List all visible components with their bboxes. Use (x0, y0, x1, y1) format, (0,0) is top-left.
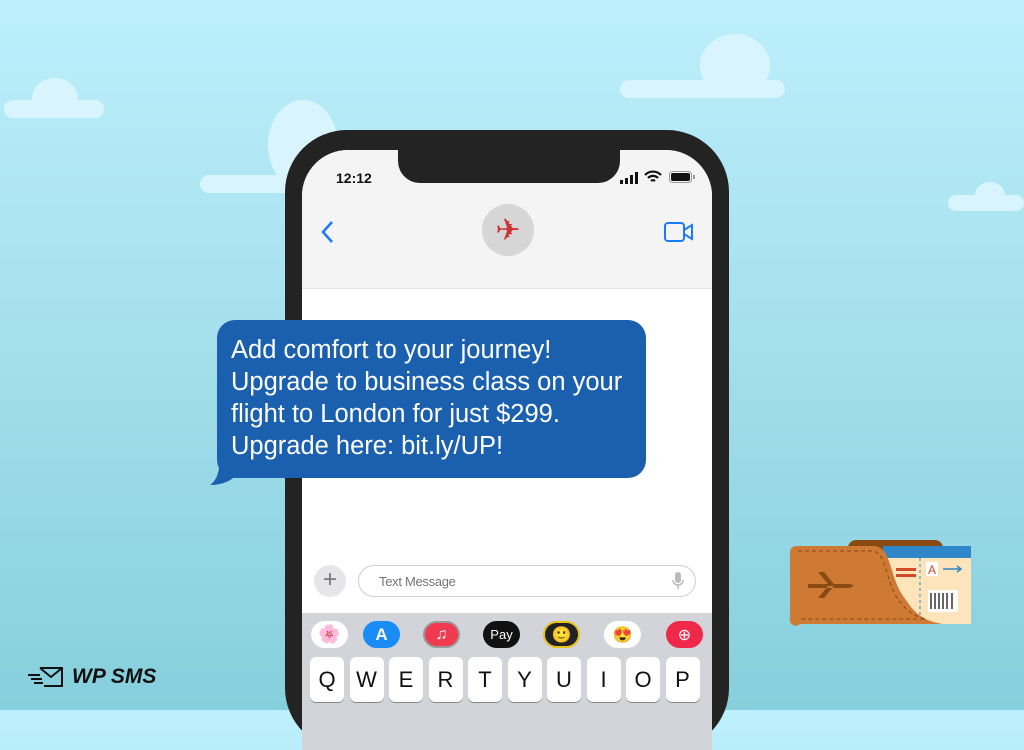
battery-icon (669, 171, 695, 183)
key-r[interactable]: R (428, 657, 463, 702)
conversation-header: 12:12 ✈ (302, 150, 712, 289)
keyboard: 🌸 A ♫ Pay 🙂 😍 ⊕ Q W E R T Y U I O P (302, 613, 712, 750)
cloud (700, 34, 770, 98)
app-music[interactable]: ♫ (423, 621, 460, 648)
add-attachment-button[interactable]: + (314, 565, 346, 597)
brand-logo: WP SMS (28, 665, 156, 689)
app-photos[interactable]: 🌸 (311, 621, 348, 648)
app-memoji-stickers[interactable]: 😍 (604, 621, 641, 648)
key-y[interactable]: Y (507, 657, 542, 702)
app-memoji[interactable]: 🙂 (543, 621, 580, 648)
envelope-icon (28, 667, 63, 687)
message-text: Add comfort to your journey! Upgrade to … (231, 336, 623, 460)
key-p[interactable]: P (665, 657, 700, 702)
video-call-button[interactable] (664, 222, 694, 242)
key-o[interactable]: O (626, 657, 660, 702)
app-web-search[interactable]: ⊕ (666, 621, 703, 648)
contact-avatar[interactable]: ✈ (482, 204, 534, 256)
app-app-store[interactable]: A (363, 621, 400, 648)
brand-name: WP SMS (72, 665, 157, 688)
back-button[interactable] (320, 220, 334, 244)
seat-letter: A (928, 563, 936, 577)
key-w[interactable]: W (349, 657, 384, 702)
wifi-icon (644, 170, 662, 182)
text-message-field[interactable] (358, 565, 696, 597)
airplane-icon: ✈ (495, 213, 521, 247)
key-t[interactable]: T (468, 657, 502, 702)
cloud (32, 78, 78, 118)
keyboard-row-1: Q W E R T Y U I O P (310, 657, 700, 702)
key-q[interactable]: Q (310, 657, 344, 702)
text-message-input[interactable] (377, 573, 651, 590)
microphone-icon[interactable] (672, 572, 684, 590)
status-time: 12:12 (336, 170, 372, 186)
message-bubble: Add comfort to your journey! Upgrade to … (217, 320, 646, 478)
key-e[interactable]: E (389, 657, 423, 702)
app-apple-pay[interactable]: Pay (483, 621, 520, 648)
signal-icon (620, 172, 638, 184)
wallet-ticket-illustration: A (789, 540, 971, 626)
notch (398, 150, 620, 183)
key-i[interactable]: I (586, 657, 621, 702)
key-u[interactable]: U (547, 657, 581, 702)
cloud (975, 182, 1005, 208)
